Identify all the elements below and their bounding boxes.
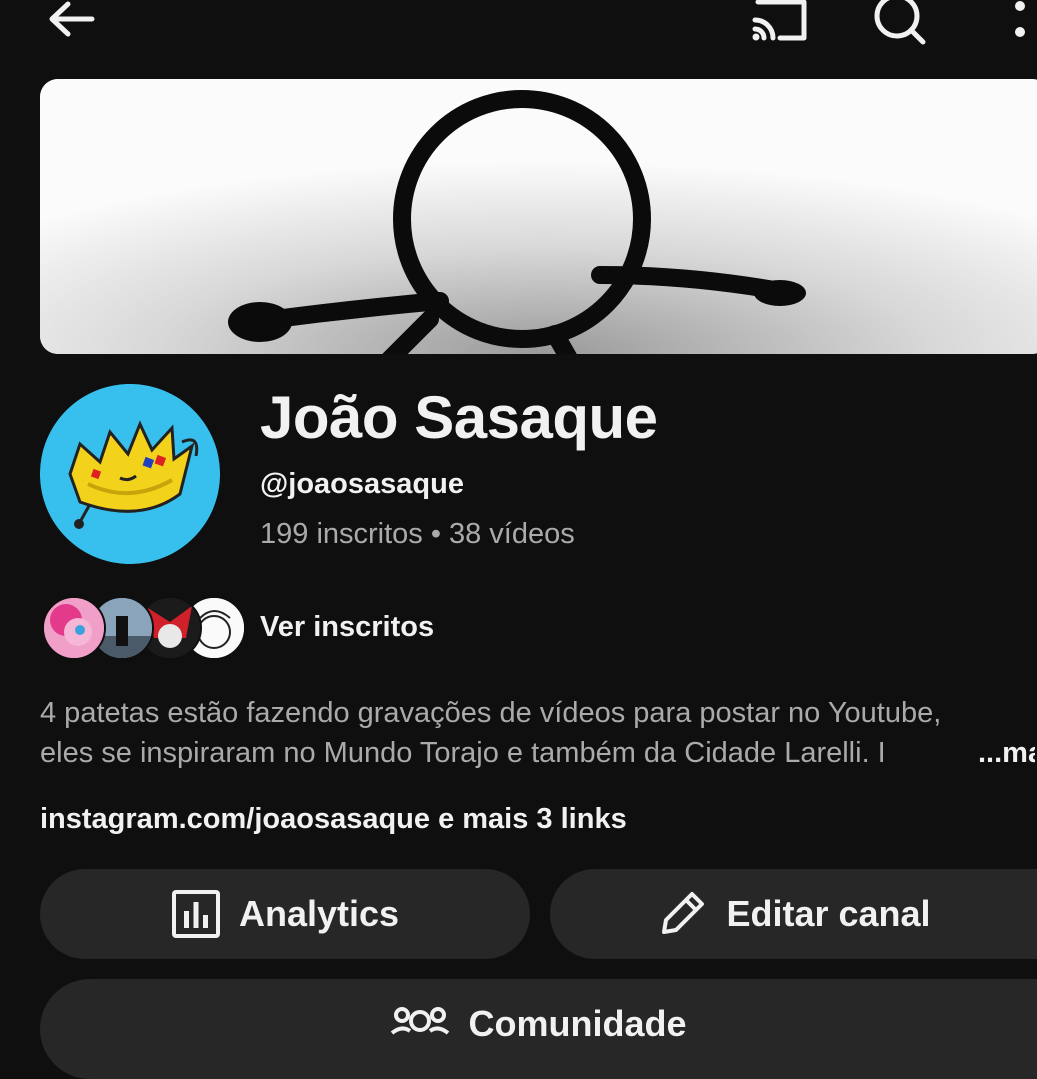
back-button[interactable]	[40, 0, 100, 42]
more-vertical-icon	[1015, 1, 1025, 37]
subscriber-avatars[interactable]	[42, 596, 246, 660]
crown-avatar-image	[40, 384, 220, 564]
analytics-icon	[171, 890, 220, 938]
community-button[interactable]: Comunidade	[40, 979, 1037, 1079]
channel-description[interactable]: 4 patetas estão fazendo gravações de víd…	[40, 693, 1035, 773]
cast-icon	[752, 0, 807, 41]
stats-separator: •	[430, 518, 441, 550]
community-icon	[391, 1007, 450, 1035]
channel-stats: 199 inscritos • 38 vídeos	[260, 518, 575, 551]
description-line-2-text: eles se inspiraram no Mundo Torajo e tam…	[40, 737, 886, 769]
video-count: 38 vídeos	[448, 518, 575, 550]
more-options-button[interactable]	[1005, 0, 1035, 46]
community-label: Comunidade	[468, 1003, 687, 1044]
channel-avatar[interactable]	[40, 384, 220, 564]
edit-channel-button[interactable]: Editar canal	[550, 869, 1037, 959]
search-icon	[874, 0, 926, 45]
cast-button[interactable]	[748, 0, 812, 46]
pencil-icon	[662, 892, 705, 934]
description-line-2: eles se inspiraram no Mundo Torajo e tam…	[40, 733, 1035, 773]
arrow-left-icon	[49, 1, 95, 37]
analytics-label: Analytics	[238, 893, 400, 934]
channel-name: João Sasaque	[260, 384, 658, 451]
channel-handle: @joaosasaque	[260, 468, 464, 500]
description-line-1: 4 patetas estão fazendo gravações de víd…	[40, 697, 942, 729]
channel-links[interactable]: instagram.com/joaosasaque e mais 3 links	[40, 803, 627, 836]
analytics-button[interactable]: Analytics	[40, 869, 530, 959]
edit-channel-label: Editar canal	[726, 893, 931, 934]
channel-banner[interactable]	[40, 79, 1037, 354]
view-subscribers-link[interactable]: Ver inscritos	[260, 611, 434, 644]
subscriber-count: 199 inscritos	[260, 518, 423, 550]
description-more-button[interactable]: ...mais	[976, 733, 1035, 773]
subscriber-avatar	[42, 596, 106, 660]
description-fade	[890, 733, 980, 773]
search-button[interactable]	[870, 0, 930, 46]
banner-image	[40, 79, 1037, 354]
